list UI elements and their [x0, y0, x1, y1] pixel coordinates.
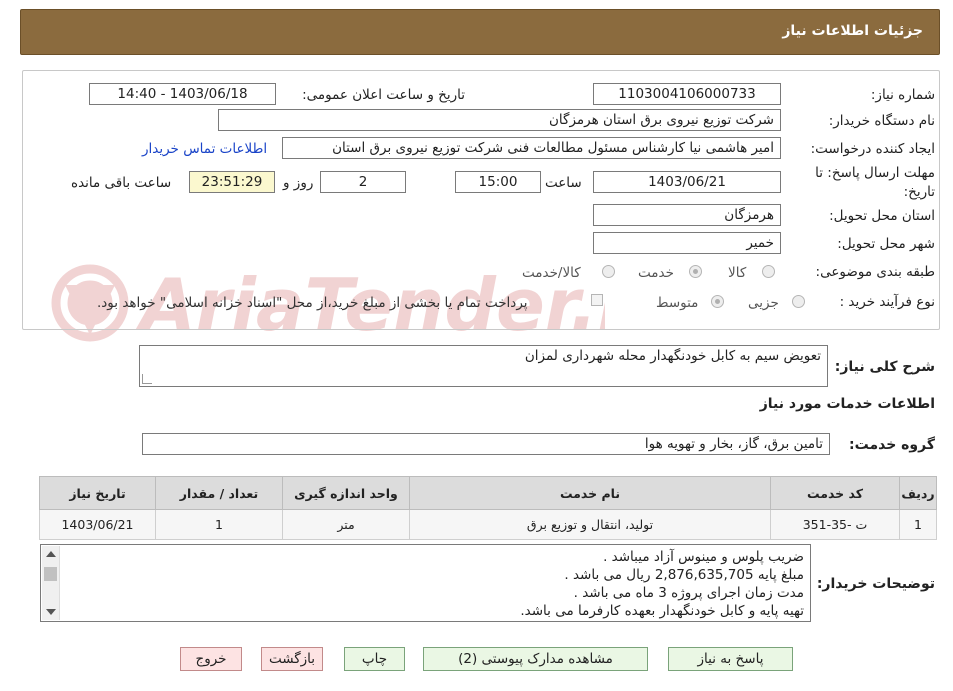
- buyer-notes-line: مبلغ پایه 2,876,635,705 ریال می باشد .: [564, 567, 804, 583]
- remaining-time-label: ساعت باقی مانده: [71, 175, 172, 191]
- cell-quantity: 1: [155, 509, 283, 540]
- resize-handle-icon[interactable]: [142, 374, 152, 384]
- col-header-unit: واحد اندازه گیری: [282, 476, 410, 510]
- notes-scrollbar[interactable]: [42, 546, 60, 620]
- category-radio-service[interactable]: [689, 265, 702, 278]
- col-header-quantity: تعداد / مقدار: [155, 476, 283, 510]
- table-row: 1 ت -35-351 تولید، انتقال و توزیع برق مت…: [39, 509, 937, 540]
- deadline-days-field: 2: [320, 171, 406, 193]
- buyer-notes-line: مدت زمان اجرای پروژه 3 ماه می باشد .: [573, 585, 804, 601]
- buyer-org-field: شرکت توزیع نیروی برق استان هرمزگان: [218, 109, 781, 131]
- announce-datetime-field: 1403/06/18 - 14:40: [89, 83, 276, 105]
- print-button[interactable]: چاپ: [344, 647, 405, 671]
- process-option-medium: متوسط: [656, 295, 699, 311]
- need-number-label: شماره نیاز:: [870, 87, 935, 103]
- deadline-time-label: ساعت: [545, 175, 582, 191]
- process-radio-minor[interactable]: [792, 295, 805, 308]
- col-header-row-no: ردیف: [899, 476, 937, 510]
- services-section-title: اطلاعات خدمات مورد نیاز: [759, 396, 935, 412]
- back-button[interactable]: بازگشت: [261, 647, 323, 671]
- service-group-label: گروه خدمت:: [849, 437, 935, 453]
- cell-need-date: 1403/06/21: [39, 509, 156, 540]
- deadline-label-line1: مهلت ارسال پاسخ: تا: [815, 165, 935, 181]
- summary-label: شرح کلی نیاز:: [834, 359, 935, 375]
- buyer-org-label: نام دستگاه خریدار:: [828, 113, 935, 129]
- cell-unit: متر: [282, 509, 410, 540]
- category-label: طبقه بندی موضوعی:: [815, 264, 935, 280]
- scroll-up-arrow-icon[interactable]: [46, 551, 56, 557]
- delivery-city-field: خمیر: [593, 232, 781, 254]
- summary-textarea[interactable]: تعویض سیم به کابل خودنگهدار محله شهرداری…: [139, 345, 828, 387]
- need-number-field: 1103004106000733: [593, 83, 781, 105]
- category-option-service: خدمت: [638, 265, 674, 281]
- deadline-date-field: 1403/06/21: [593, 171, 781, 193]
- requester-field: امیر هاشمی نیا کارشناس مسئول مطالعات فنی…: [282, 137, 781, 159]
- delivery-province-field: هرمزگان: [593, 204, 781, 226]
- treasury-payment-note: پرداخت تمام یا بخشی از مبلغ خرید،از محل …: [97, 295, 528, 311]
- view-attachments-button[interactable]: مشاهده مدارک پیوستی (2): [423, 647, 648, 671]
- page-header: جزئیات اطلاعات نیاز: [20, 9, 940, 55]
- category-option-goods: کالا: [728, 265, 747, 281]
- scroll-thumb[interactable]: [44, 567, 57, 581]
- category-radio-goods[interactable]: [762, 265, 775, 278]
- services-table: ردیف کد خدمت نام خدمت واحد اندازه گیری ت…: [39, 476, 937, 540]
- cell-service-code: ت -35-351: [770, 509, 900, 540]
- process-radio-medium[interactable]: [711, 295, 724, 308]
- deadline-days-label: روز و: [283, 175, 314, 191]
- treasury-payment-checkbox[interactable]: [591, 294, 603, 306]
- purchase-process-label: نوع فرآیند خرید :: [839, 294, 935, 310]
- category-option-goods-service: کالا/خدمت: [522, 265, 581, 281]
- delivery-city-label: شهر محل تحویل:: [837, 236, 935, 252]
- cell-row-no: 1: [899, 509, 937, 540]
- deadline-label-line2: تاریخ:: [903, 184, 935, 200]
- summary-text: تعویض سیم به کابل خودنگهدار محله شهرداری…: [524, 348, 821, 364]
- buyer-notes-label: توضیحات خریدار:: [816, 576, 935, 592]
- buyer-notes-line: ضریب پلوس و مینوس آزاد میباشد .: [603, 549, 804, 565]
- col-header-service-name: نام خدمت: [409, 476, 771, 510]
- buyer-notes-text: ضریب پلوس و مینوس آزاد میباشد . مبلغ پای…: [54, 548, 810, 620]
- page-title: جزئیات اطلاعات نیاز: [782, 23, 923, 39]
- reply-button[interactable]: پاسخ به نیاز: [668, 647, 793, 671]
- table-header-row: ردیف کد خدمت نام خدمت واحد اندازه گیری ت…: [39, 476, 937, 510]
- process-option-minor: جزیی: [748, 295, 779, 311]
- deadline-time-field: 15:00: [455, 171, 541, 193]
- buyer-notes-textarea[interactable]: ضریب پلوس و مینوس آزاد میباشد . مبلغ پای…: [40, 544, 811, 622]
- col-header-need-date: تاریخ نیاز: [39, 476, 156, 510]
- category-radio-goods-service[interactable]: [602, 265, 615, 278]
- scroll-down-arrow-icon[interactable]: [46, 609, 56, 615]
- buyer-contact-link[interactable]: اطلاعات تماس خریدار: [142, 141, 267, 157]
- col-header-service-code: کد خدمت: [770, 476, 900, 510]
- exit-button[interactable]: خروج: [180, 647, 242, 671]
- announce-datetime-label: تاریخ و ساعت اعلان عمومی:: [302, 87, 465, 103]
- cell-service-name: تولید، انتقال و توزیع برق: [409, 509, 771, 540]
- buyer-notes-line: تهیه پایه و کابل خودنگهدار بعهده کارفرما…: [520, 603, 804, 619]
- remaining-time-field: 23:51:29: [189, 171, 275, 193]
- delivery-province-label: استان محل تحویل:: [829, 208, 935, 224]
- service-group-field: تامین برق، گاز، بخار و تهویه هوا: [142, 433, 830, 455]
- requester-label: ایجاد کننده درخواست:: [810, 141, 935, 157]
